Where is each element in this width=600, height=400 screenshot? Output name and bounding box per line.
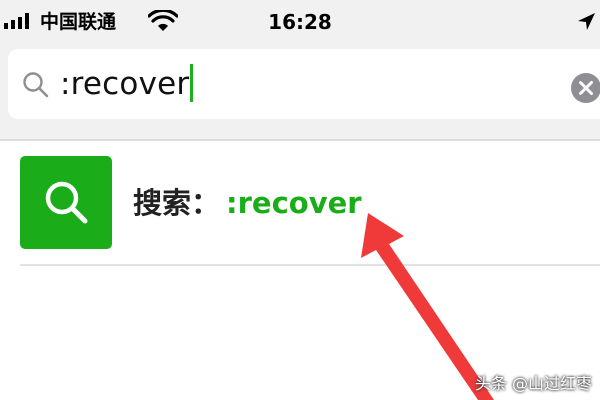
result-search-icon-tile bbox=[20, 156, 112, 249]
search-bar-area: :recover bbox=[0, 44, 600, 139]
result-label: 搜索：:recover bbox=[133, 183, 362, 223]
status-time: 16:28 bbox=[268, 10, 332, 34]
divider bbox=[20, 264, 600, 266]
status-bar: 中国联通 16:28 bbox=[0, 0, 600, 44]
signal-bars-icon bbox=[4, 13, 29, 29]
search-box[interactable]: :recover bbox=[8, 49, 600, 119]
clear-icon[interactable] bbox=[570, 72, 600, 104]
wechat-search-screen: 中国联通 16:28 :recover 搜索：:recover 头条 @山过红… bbox=[0, 0, 600, 400]
search-input-text: :recover bbox=[60, 66, 190, 102]
search-icon bbox=[23, 72, 49, 98]
location-arrow-icon bbox=[578, 13, 595, 30]
search-input[interactable]: :recover bbox=[60, 59, 194, 109]
watermark: 头条 @山过红枣 bbox=[474, 374, 592, 393]
carrier-name: 中国联通 bbox=[40, 11, 117, 33]
result-query: :recover bbox=[226, 186, 362, 220]
result-prefix: 搜索： bbox=[133, 186, 221, 220]
text-caret bbox=[190, 64, 194, 102]
search-result-row[interactable]: 搜索：:recover bbox=[0, 141, 600, 265]
search-icon bbox=[45, 181, 88, 224]
wifi-icon bbox=[148, 10, 178, 31]
